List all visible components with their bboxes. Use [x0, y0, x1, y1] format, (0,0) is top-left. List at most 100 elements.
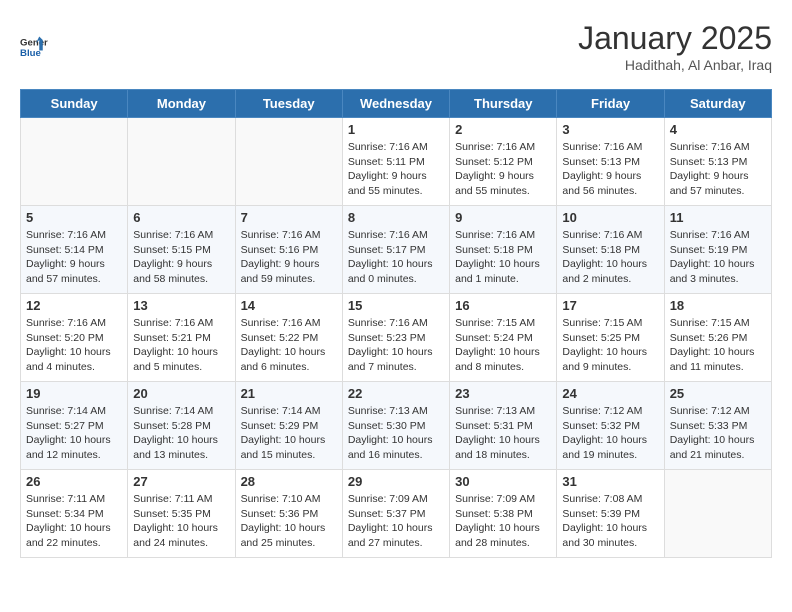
weekday-header-monday: Monday	[128, 90, 235, 118]
calendar-cell: 24 Sunrise: 7:12 AMSunset: 5:32 PMDayligh…	[557, 382, 664, 470]
day-info: Sunrise: 7:09 AMSunset: 5:38 PMDaylight:…	[455, 492, 551, 551]
calendar-table: SundayMondayTuesdayWednesdayThursdayFrid…	[20, 89, 772, 558]
week-row-3: 12 Sunrise: 7:16 AMSunset: 5:20 PMDayligh…	[21, 294, 772, 382]
day-number: 31	[562, 474, 658, 489]
calendar-cell: 3 Sunrise: 7:16 AMSunset: 5:13 PMDaylight…	[557, 118, 664, 206]
day-number: 24	[562, 386, 658, 401]
month-title: January 2025	[578, 20, 772, 57]
calendar-cell: 1 Sunrise: 7:16 AMSunset: 5:11 PMDaylight…	[342, 118, 449, 206]
calendar-cell: 22 Sunrise: 7:13 AMSunset: 5:30 PMDayligh…	[342, 382, 449, 470]
weekday-header-thursday: Thursday	[450, 90, 557, 118]
day-info: Sunrise: 7:11 AMSunset: 5:34 PMDaylight:…	[26, 492, 122, 551]
weekday-header-sunday: Sunday	[21, 90, 128, 118]
week-row-5: 26 Sunrise: 7:11 AMSunset: 5:34 PMDayligh…	[21, 470, 772, 558]
day-number: 28	[241, 474, 337, 489]
weekday-header-row: SundayMondayTuesdayWednesdayThursdayFrid…	[21, 90, 772, 118]
day-number: 11	[670, 210, 766, 225]
calendar-cell: 20 Sunrise: 7:14 AMSunset: 5:28 PMDayligh…	[128, 382, 235, 470]
weekday-header-tuesday: Tuesday	[235, 90, 342, 118]
day-number: 12	[26, 298, 122, 313]
calendar-cell: 16 Sunrise: 7:15 AMSunset: 5:24 PMDayligh…	[450, 294, 557, 382]
day-info: Sunrise: 7:09 AMSunset: 5:37 PMDaylight:…	[348, 492, 444, 551]
calendar-cell: 18 Sunrise: 7:15 AMSunset: 5:26 PMDayligh…	[664, 294, 771, 382]
day-info: Sunrise: 7:16 AMSunset: 5:17 PMDaylight:…	[348, 228, 444, 287]
week-row-4: 19 Sunrise: 7:14 AMSunset: 5:27 PMDayligh…	[21, 382, 772, 470]
calendar-cell: 7 Sunrise: 7:16 AMSunset: 5:16 PMDaylight…	[235, 206, 342, 294]
calendar-cell: 27Sunrise: 7:11 AMSunset: 5:35 PMDayligh…	[128, 470, 235, 558]
day-number: 13	[133, 298, 229, 313]
day-number: 30	[455, 474, 551, 489]
day-number: 21	[241, 386, 337, 401]
day-info: Sunrise: 7:11 AMSunset: 5:35 PMDaylight:…	[133, 492, 229, 551]
svg-text:General: General	[20, 37, 48, 48]
day-number: 19	[26, 386, 122, 401]
day-info: Sunrise: 7:16 AMSunset: 5:18 PMDaylight:…	[562, 228, 658, 287]
day-info: Sunrise: 7:16 AMSunset: 5:13 PMDaylight:…	[562, 140, 658, 199]
week-row-1: 1 Sunrise: 7:16 AMSunset: 5:11 PMDaylight…	[21, 118, 772, 206]
calendar-cell: 23Sunrise: 7:13 AMSunset: 5:31 PMDayligh…	[450, 382, 557, 470]
day-info: Sunrise: 7:12 AMSunset: 5:33 PMDaylight:…	[670, 404, 766, 463]
day-number: 29	[348, 474, 444, 489]
day-info: Sunrise: 7:16 AMSunset: 5:13 PMDaylight:…	[670, 140, 766, 199]
day-info: Sunrise: 7:14 AMSunset: 5:29 PMDaylight:…	[241, 404, 337, 463]
calendar-cell: 11Sunrise: 7:16 AMSunset: 5:19 PMDayligh…	[664, 206, 771, 294]
day-info: Sunrise: 7:16 AMSunset: 5:11 PMDaylight:…	[348, 140, 444, 199]
weekday-header-friday: Friday	[557, 90, 664, 118]
day-number: 18	[670, 298, 766, 313]
day-info: Sunrise: 7:16 AMSunset: 5:21 PMDaylight:…	[133, 316, 229, 375]
day-number: 6	[133, 210, 229, 225]
calendar-cell	[664, 470, 771, 558]
day-number: 26	[26, 474, 122, 489]
day-info: Sunrise: 7:14 AMSunset: 5:27 PMDaylight:…	[26, 404, 122, 463]
day-info: Sunrise: 7:16 AMSunset: 5:16 PMDaylight:…	[241, 228, 337, 287]
calendar-cell: 29 Sunrise: 7:09 AMSunset: 5:37 PMDayligh…	[342, 470, 449, 558]
logo-icon: General Blue	[20, 33, 48, 61]
day-number: 2	[455, 122, 551, 137]
svg-text:Blue: Blue	[20, 47, 41, 58]
calendar-cell	[21, 118, 128, 206]
day-info: Sunrise: 7:15 AMSunset: 5:25 PMDaylight:…	[562, 316, 658, 375]
calendar-cell	[128, 118, 235, 206]
day-info: Sunrise: 7:12 AMSunset: 5:32 PMDaylight:…	[562, 404, 658, 463]
calendar-cell: 31 Sunrise: 7:08 AMSunset: 5:39 PMDayligh…	[557, 470, 664, 558]
day-number: 20	[133, 386, 229, 401]
calendar-cell: 14 Sunrise: 7:16 AMSunset: 5:22 PMDayligh…	[235, 294, 342, 382]
logo: General Blue	[20, 33, 48, 61]
calendar-cell	[235, 118, 342, 206]
page-header: General Blue January 2025 Hadithah, Al A…	[20, 20, 772, 73]
calendar-cell: 12 Sunrise: 7:16 AMSunset: 5:20 PMDayligh…	[21, 294, 128, 382]
calendar-cell: 25 Sunrise: 7:12 AMSunset: 5:33 PMDayligh…	[664, 382, 771, 470]
day-number: 16	[455, 298, 551, 313]
title-block: January 2025 Hadithah, Al Anbar, Iraq	[578, 20, 772, 73]
day-number: 25	[670, 386, 766, 401]
day-info: Sunrise: 7:16 AMSunset: 5:18 PMDaylight:…	[455, 228, 551, 287]
day-number: 14	[241, 298, 337, 313]
day-number: 5	[26, 210, 122, 225]
calendar-cell: 17 Sunrise: 7:15 AMSunset: 5:25 PMDayligh…	[557, 294, 664, 382]
week-row-2: 5 Sunrise: 7:16 AMSunset: 5:14 PMDaylight…	[21, 206, 772, 294]
day-info: Sunrise: 7:13 AMSunset: 5:30 PMDaylight:…	[348, 404, 444, 463]
day-info: Sunrise: 7:15 AMSunset: 5:24 PMDaylight:…	[455, 316, 551, 375]
day-number: 23	[455, 386, 551, 401]
day-info: Sunrise: 7:10 AMSunset: 5:36 PMDaylight:…	[241, 492, 337, 551]
weekday-header-wednesday: Wednesday	[342, 90, 449, 118]
day-info: Sunrise: 7:16 AMSunset: 5:22 PMDaylight:…	[241, 316, 337, 375]
calendar-cell: 19 Sunrise: 7:14 AMSunset: 5:27 PMDayligh…	[21, 382, 128, 470]
day-info: Sunrise: 7:16 AMSunset: 5:20 PMDaylight:…	[26, 316, 122, 375]
day-number: 4	[670, 122, 766, 137]
calendar-cell: 28 Sunrise: 7:10 AMSunset: 5:36 PMDayligh…	[235, 470, 342, 558]
day-number: 1	[348, 122, 444, 137]
day-number: 10	[562, 210, 658, 225]
day-info: Sunrise: 7:15 AMSunset: 5:26 PMDaylight:…	[670, 316, 766, 375]
day-number: 17	[562, 298, 658, 313]
calendar-cell: 15Sunrise: 7:16 AMSunset: 5:23 PMDayligh…	[342, 294, 449, 382]
calendar-cell: 30 Sunrise: 7:09 AMSunset: 5:38 PMDayligh…	[450, 470, 557, 558]
day-number: 3	[562, 122, 658, 137]
day-number: 7	[241, 210, 337, 225]
day-info: Sunrise: 7:08 AMSunset: 5:39 PMDaylight:…	[562, 492, 658, 551]
day-info: Sunrise: 7:16 AMSunset: 5:14 PMDaylight:…	[26, 228, 122, 287]
day-info: Sunrise: 7:14 AMSunset: 5:28 PMDaylight:…	[133, 404, 229, 463]
calendar-cell: 6Sunrise: 7:16 AMSunset: 5:15 PMDaylight…	[128, 206, 235, 294]
day-number: 9	[455, 210, 551, 225]
day-number: 22	[348, 386, 444, 401]
